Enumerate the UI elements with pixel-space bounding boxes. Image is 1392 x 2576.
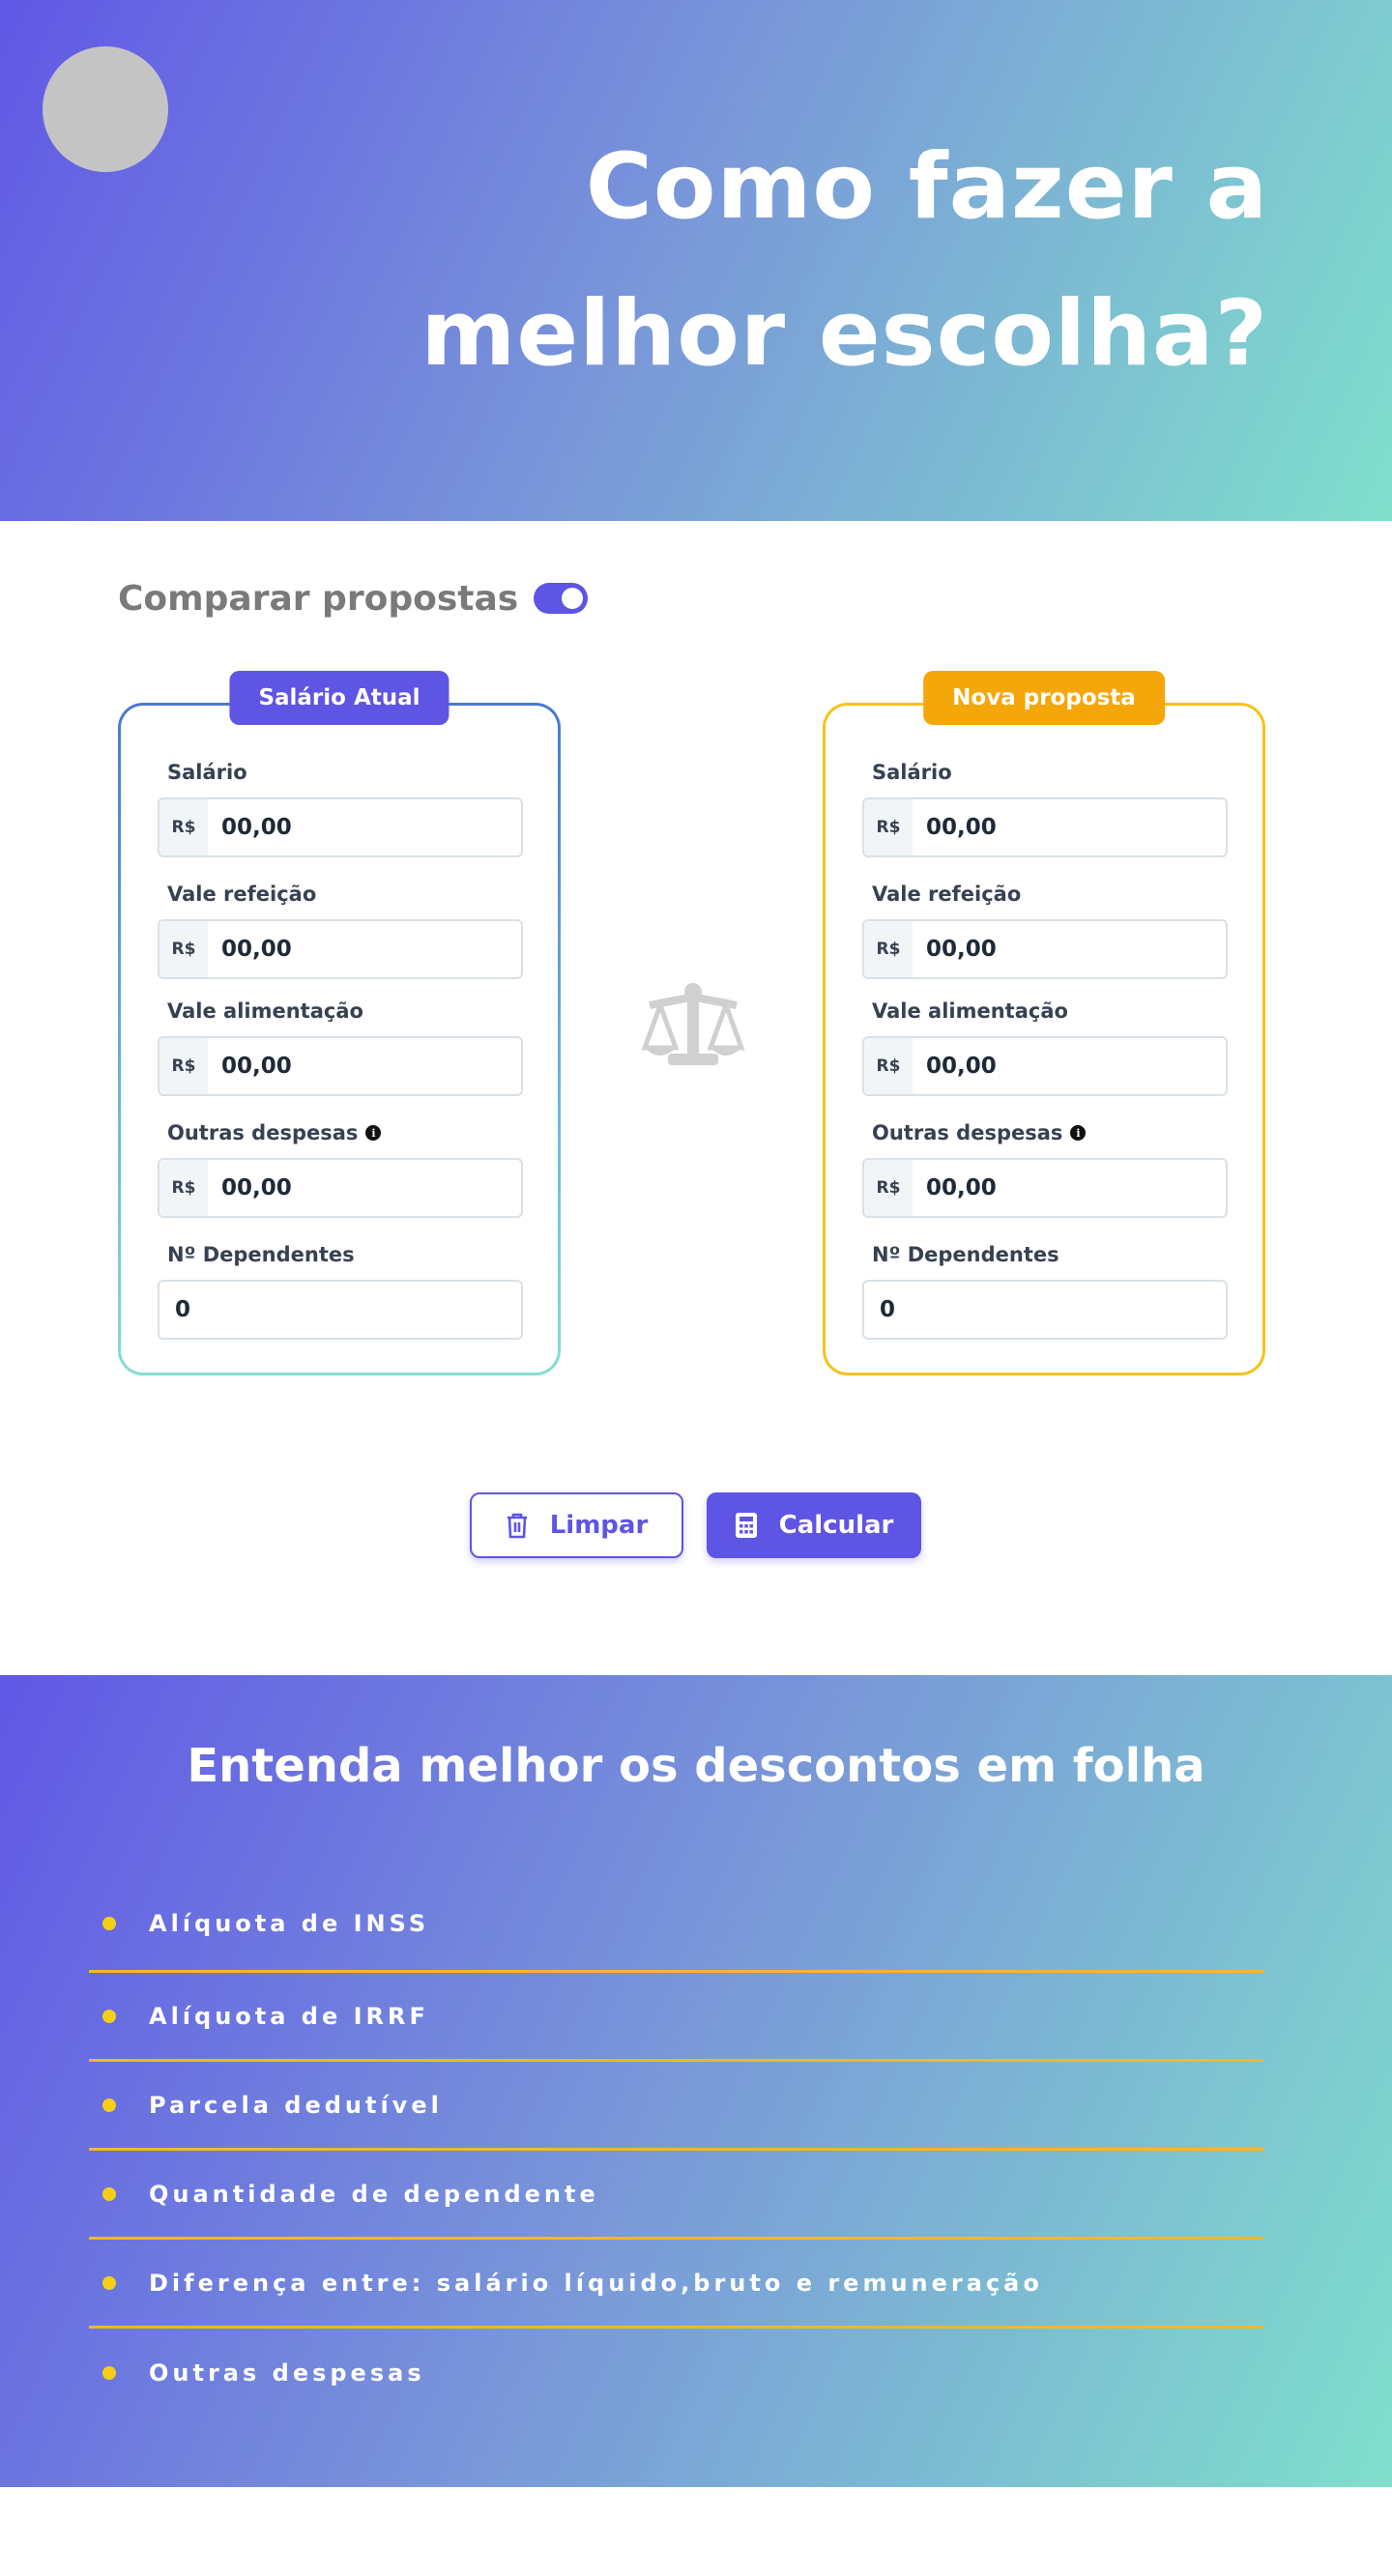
salary-field: Salário R$ 00,00 <box>158 759 523 857</box>
toggle-knob <box>562 588 584 609</box>
other-expenses-label: Outras despesas <box>872 1121 1063 1144</box>
list-item[interactable]: Parcela dedutível <box>89 2062 1263 2151</box>
compare-toggle-row: Comparar propostas <box>118 575 589 622</box>
card-tag-new-proposal: Nova proposta <box>923 671 1165 725</box>
avatar[interactable] <box>43 46 168 172</box>
hero-banner: Como fazer a melhor escolha? <box>0 0 1392 521</box>
hero-title-line2: melhor escolha? <box>420 281 1268 387</box>
salary-input[interactable]: 00,00 <box>208 815 498 840</box>
meal-voucher-input-box[interactable]: R$ 00,00 <box>862 919 1228 979</box>
calculator-icon <box>735 1513 757 1538</box>
meal-voucher-input-box[interactable]: R$ 00,00 <box>158 919 523 979</box>
other-expenses-label: Outras despesas <box>167 1121 359 1144</box>
list-item[interactable]: Alíquota de IRRF <box>89 1973 1263 2062</box>
meal-voucher-input[interactable]: 00,00 <box>913 937 1203 962</box>
dependents-input[interactable]: 0 <box>160 1297 450 1322</box>
food-voucher-field: Vale alimentação R$ 00,00 <box>158 998 523 1096</box>
calculate-button-label: Calcular <box>778 1511 894 1540</box>
balance-scale-icon <box>641 983 745 1065</box>
bullet-icon <box>102 2098 116 2112</box>
hero-title-line1: Como fazer a <box>585 134 1268 240</box>
other-expenses-input-box[interactable]: R$ 00,00 <box>862 1158 1228 1218</box>
currency-prefix: R$ <box>864 799 913 855</box>
salary-input-box[interactable]: R$ 00,00 <box>158 797 523 857</box>
info-icon[interactable]: i <box>1070 1125 1087 1141</box>
salary-field: Salário R$ 00,00 <box>862 759 1228 857</box>
hero-title: Como fazer a melhor escolha? <box>302 114 1268 408</box>
meal-voucher-field: Vale refeição R$ 00,00 <box>158 881 523 979</box>
dependents-field: Nº Dependentes 0 <box>158 1241 523 1340</box>
list-item[interactable]: Diferença entre: salário líquido,bruto e… <box>89 2240 1263 2329</box>
currency-prefix: R$ <box>160 1160 208 1216</box>
list-item-label: Alíquota de INSS <box>149 1909 430 1937</box>
currency-prefix: R$ <box>864 921 913 977</box>
current-salary-card: Salário Atual Salário R$ 00,00 Vale refe… <box>118 671 561 1375</box>
list-item[interactable]: Quantidade de dependente <box>89 2151 1263 2240</box>
list-item[interactable]: Outras despesas <box>89 2329 1263 2417</box>
food-voucher-input[interactable]: 00,00 <box>913 1054 1203 1079</box>
other-expenses-field: Outras despesas i R$ 00,00 <box>862 1119 1228 1218</box>
bullet-icon <box>102 2275 116 2290</box>
salary-label: Salário <box>872 761 952 784</box>
currency-prefix: R$ <box>160 921 208 977</box>
dependents-input[interactable]: 0 <box>864 1297 1154 1322</box>
dependents-input-box[interactable]: 0 <box>862 1280 1228 1340</box>
calculate-button[interactable]: Calcular <box>707 1492 921 1558</box>
clear-button-label: Limpar <box>549 1511 649 1540</box>
other-expenses-input-box[interactable]: R$ 00,00 <box>158 1158 523 1218</box>
section-title: Entenda melhor os descontos em folha <box>187 1739 1205 1793</box>
other-expenses-input[interactable]: 00,00 <box>208 1175 498 1201</box>
list-item-label: Parcela dedutível <box>149 2091 443 2119</box>
meal-voucher-label: Vale refeição <box>167 883 317 906</box>
food-voucher-label: Vale alimentação <box>167 999 363 1023</box>
currency-prefix: R$ <box>160 799 208 855</box>
dependents-field: Nº Dependentes 0 <box>862 1241 1228 1340</box>
bullet-icon <box>102 2186 116 2201</box>
salary-label: Salário <box>167 761 247 784</box>
clear-button[interactable]: Limpar <box>470 1492 683 1558</box>
list-item-label: Diferença entre: salário líquido,bruto e… <box>149 2269 1043 2297</box>
dependents-label: Nº Dependentes <box>872 1243 1059 1266</box>
list-item[interactable]: Alíquota de INSS <box>89 1876 1263 1973</box>
meal-voucher-label: Vale refeição <box>872 883 1022 906</box>
other-expenses-field: Outras despesas i R$ 00,00 <box>158 1119 523 1218</box>
food-voucher-input[interactable]: 00,00 <box>208 1054 498 1079</box>
currency-prefix: R$ <box>160 1038 208 1094</box>
deductions-list: Alíquota de INSS Alíquota de IRRF Parcel… <box>89 1876 1263 2417</box>
list-item-label: Alíquota de IRRF <box>149 2002 429 2030</box>
food-voucher-field: Vale alimentação R$ 00,00 <box>862 998 1228 1096</box>
dependents-label: Nº Dependentes <box>167 1243 355 1266</box>
list-item-label: Quantidade de dependente <box>149 2180 599 2208</box>
currency-prefix: R$ <box>864 1160 913 1216</box>
food-voucher-input-box[interactable]: R$ 00,00 <box>862 1036 1228 1096</box>
dependents-input-box[interactable]: 0 <box>158 1280 523 1340</box>
other-expenses-input[interactable]: 00,00 <box>913 1175 1203 1201</box>
currency-prefix: R$ <box>864 1038 913 1094</box>
bullet-icon <box>102 2366 116 2380</box>
salary-input-box[interactable]: R$ 00,00 <box>862 797 1228 857</box>
bullet-icon <box>102 2009 116 2023</box>
new-proposal-card: Nova proposta Salário R$ 00,00 Vale refe… <box>823 671 1265 1375</box>
info-icon[interactable]: i <box>365 1125 382 1141</box>
compare-toggle[interactable] <box>534 583 589 614</box>
food-voucher-input-box[interactable]: R$ 00,00 <box>158 1036 523 1096</box>
trash-icon <box>507 1513 527 1539</box>
bullet-icon <box>102 1916 116 1930</box>
food-voucher-label: Vale alimentação <box>872 999 1068 1023</box>
card-tag-current: Salário Atual <box>229 671 450 725</box>
payroll-deductions-section: Entenda melhor os descontos em folha Alí… <box>0 1675 1392 2487</box>
meal-voucher-field: Vale refeição R$ 00,00 <box>862 881 1228 979</box>
meal-voucher-input[interactable]: 00,00 <box>208 937 498 962</box>
salary-input[interactable]: 00,00 <box>913 815 1203 840</box>
compare-label: Comparar propostas <box>118 578 519 619</box>
list-item-label: Outras despesas <box>149 2359 425 2387</box>
